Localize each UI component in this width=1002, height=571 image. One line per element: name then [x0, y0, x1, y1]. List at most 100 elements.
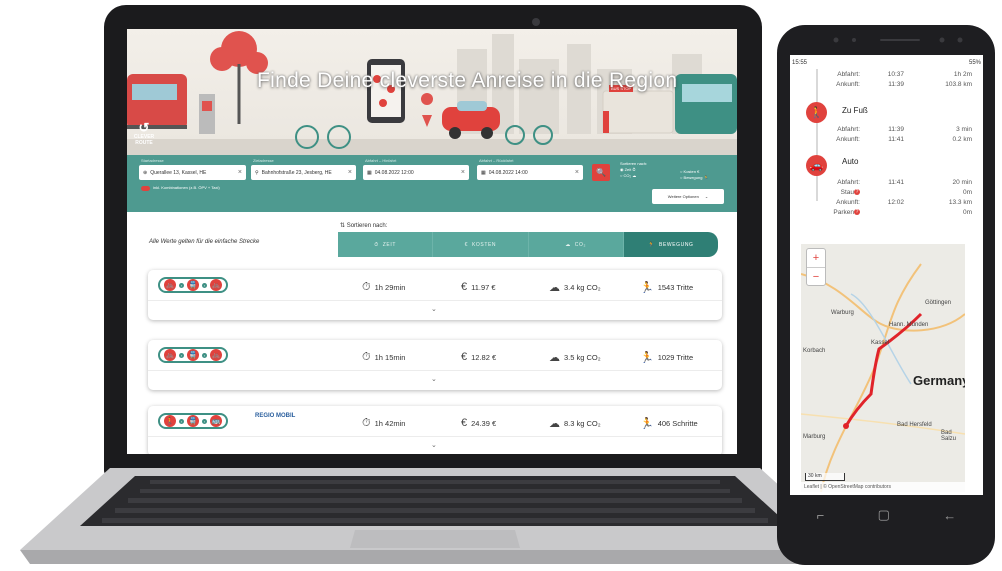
- back-icon[interactable]: ←: [943, 508, 956, 523]
- map-label: Korbach: [803, 348, 826, 354]
- train-icon: 🚆: [187, 279, 199, 291]
- tab-co2[interactable]: ☁ CO₂: [528, 232, 624, 257]
- search-icon: 🔍: [596, 168, 606, 177]
- leg-departure-row: Abfahrt: 10:37 1h 2m: [837, 71, 972, 78]
- car-icon: 🚗: [806, 155, 827, 176]
- movement: 🏃 406 Schritte: [640, 418, 698, 430]
- sort-option-bewegung[interactable]: ○ Bewegung 🏃: [680, 175, 709, 181]
- tab-bewegung[interactable]: 🏃 BEWEGUNG: [623, 232, 718, 257]
- walk-departure-row: Abfahrt: 11:39 3 min: [837, 126, 972, 133]
- arrow-right-icon: ›: [202, 418, 207, 424]
- car-departure-row: Abfahrt: 11:41 20 min: [837, 179, 972, 186]
- train-icon: 🚆: [187, 349, 199, 361]
- cloud-icon: ☁: [549, 418, 560, 430]
- depart-date-field[interactable]: ▦ 04.08.2022 12:00 ×: [363, 165, 469, 180]
- chevron-down-icon[interactable]: ⌄: [431, 375, 437, 383]
- to-field[interactable]: ⚲ Bahnhofstraße 23, Jesberg, HE ×: [251, 165, 356, 180]
- return-value: 04.08.2022 14:00: [488, 169, 528, 176]
- sort-icon: ⇅: [340, 223, 346, 229]
- route-map[interactable]: + − Warburg Göttingen Hann. Münden Korba…: [801, 244, 965, 492]
- runner-icon: 🏃: [640, 352, 654, 364]
- clear-from-icon[interactable]: ×: [238, 169, 242, 176]
- divider: [148, 436, 722, 437]
- from-value: Querallee 13, Kassel, HE: [150, 169, 207, 176]
- leg-arrival-row: Ankunft: 11:39 103.8 km: [836, 81, 972, 88]
- combination-toggle-label: inkl. Kombinationen (z.B. ÖPV + Taxi): [153, 185, 220, 190]
- combination-toggle[interactable]: [141, 186, 150, 191]
- euro-icon: €: [464, 241, 468, 248]
- mode-chain: 🚲 › 🚆 › 🚲: [158, 277, 228, 293]
- location-icon: ⊕: [143, 169, 148, 176]
- movement: 🏃 1029 Tritte: [640, 352, 694, 364]
- result-card[interactable]: 🚲 › 🚆 › 🚲 ⏱ 1h 29min €11.97 € ☁ 3.4 kg CO₂…: [148, 270, 722, 320]
- arrow-right-icon: ›: [179, 418, 184, 424]
- walk-leg-title: Zu Fuß: [842, 106, 868, 115]
- car-traffic-row: Stau? 0m: [840, 189, 972, 196]
- tab-kosten[interactable]: € KOSTEN: [433, 232, 529, 257]
- chevron-down-icon[interactable]: ⌄: [431, 305, 437, 313]
- map-scale: 30 km: [805, 473, 845, 481]
- return-date-field[interactable]: ▦ 04.08.2022 14:00 ×: [477, 165, 583, 180]
- clever-route-logo[interactable]: ↺ CLEVER ROUTE: [129, 121, 159, 146]
- euro-icon: €: [461, 417, 468, 429]
- runner-icon: 🏃: [640, 282, 654, 294]
- walk-icon: 🚶: [164, 415, 176, 427]
- depart-value: 04.08.2022 12:00: [374, 169, 414, 176]
- map-label: Bad Hersfeld: [897, 422, 932, 428]
- sort-options-mini-2: ○ Kosten € ○ Bewegung 🏃: [680, 169, 709, 181]
- phone-screen: 15:55 55% Abfahrt: 10:37 1h 2m Ankunft: …: [790, 55, 983, 495]
- cloud-icon: ☁: [549, 282, 560, 294]
- co2: ☁ 3.5 kg CO₂: [549, 352, 601, 364]
- logo-mark-icon: ↺: [138, 120, 150, 135]
- pin-icon: ⚲: [255, 169, 259, 176]
- recent-apps-icon[interactable]: ⌐: [817, 508, 825, 523]
- map-label: Warburg: [831, 310, 854, 316]
- from-field[interactable]: ⊕ Querallee 13, Kassel, HE ×: [139, 165, 246, 180]
- chevron-down-icon[interactable]: ⌄: [431, 441, 437, 449]
- duration: ⏱ 1h 15min: [362, 351, 406, 363]
- sort-tabs: ⏱ ZEIT € KOSTEN ☁ CO₂ 🏃 BEWEGUNG: [338, 232, 718, 257]
- search-button[interactable]: 🔍: [592, 164, 610, 181]
- device-mockup: BUS STOP Finde Deine cleverste Anreise i…: [0, 0, 1002, 571]
- movement: 🏃 1543 Tritte: [640, 282, 694, 294]
- map-attribution[interactable]: Leaflet | © OpenStreetMap contributors: [801, 482, 965, 492]
- sort-option-co2[interactable]: ○ CO₂ ☁: [620, 173, 647, 179]
- return-label: Abfahrt – Rückfahrt: [479, 158, 514, 163]
- result-card[interactable]: 🚲 › 🚆 › 🚲 ⏱ 1h 15min €12.82 € ☁ 3.5 kg CO₂…: [148, 340, 722, 390]
- zoom-out-button[interactable]: −: [807, 267, 825, 286]
- bike-icon: 🚲: [164, 349, 176, 361]
- tab-zeit[interactable]: ⏱ ZEIT: [338, 232, 434, 257]
- car-arrival-row: Ankunft: 12:02 13.3 km: [836, 199, 972, 206]
- zoom-in-button[interactable]: +: [807, 249, 825, 267]
- cloud-icon: ☁: [549, 352, 560, 364]
- hero-banner: BUS STOP Finde Deine cleverste Anreise i…: [127, 29, 737, 155]
- laptop-keyboard-base: [20, 468, 850, 564]
- map-label: Bad Salzu: [941, 430, 957, 442]
- home-icon[interactable]: ▢: [878, 507, 890, 523]
- divider: [148, 370, 722, 371]
- arrow-right-icon: ›: [179, 282, 184, 288]
- arrow-right-icon: ›: [202, 352, 207, 358]
- clear-depart-icon[interactable]: ×: [461, 169, 465, 176]
- car-parking-row: Parken? 0m: [833, 209, 972, 216]
- duration: ⏱ 1h 42min: [362, 417, 406, 429]
- mode-chain: 🚲 › 🚆 › 🚲: [158, 347, 228, 363]
- clear-to-icon[interactable]: ×: [348, 169, 352, 176]
- clear-return-icon[interactable]: ×: [575, 169, 579, 176]
- depart-label: Abfahrt – Hinfahrt: [365, 158, 397, 163]
- result-card[interactable]: 🚶 › 🚆 › 🚌 REGIO MOBIL ⏱ 1h 42min €24.39 €…: [148, 406, 722, 454]
- more-options-button[interactable]: Weitere Optionen ⌄: [652, 189, 724, 204]
- walk-icon: 🚶: [806, 102, 827, 123]
- sort-heading: ⇅ Sortieren nach:: [340, 223, 388, 229]
- stopwatch-icon: ⏱: [374, 241, 379, 248]
- map-zoom-control: + −: [806, 248, 826, 286]
- bike-icon: 🚲: [164, 279, 176, 291]
- bus-icon: 🚌: [210, 415, 222, 427]
- duration: ⏱ 1h 29min: [362, 281, 406, 293]
- bike-icon: 🚲: [210, 349, 222, 361]
- search-bar: Startadresse ⊕ Querallee 13, Kassel, HE …: [127, 155, 737, 212]
- bike-icon: 🚲: [210, 279, 222, 291]
- mode-chain: 🚶 › 🚆 › 🚌: [158, 413, 228, 429]
- stopwatch-icon: ⏱: [362, 417, 371, 429]
- stopwatch-icon: ⏱: [362, 351, 371, 363]
